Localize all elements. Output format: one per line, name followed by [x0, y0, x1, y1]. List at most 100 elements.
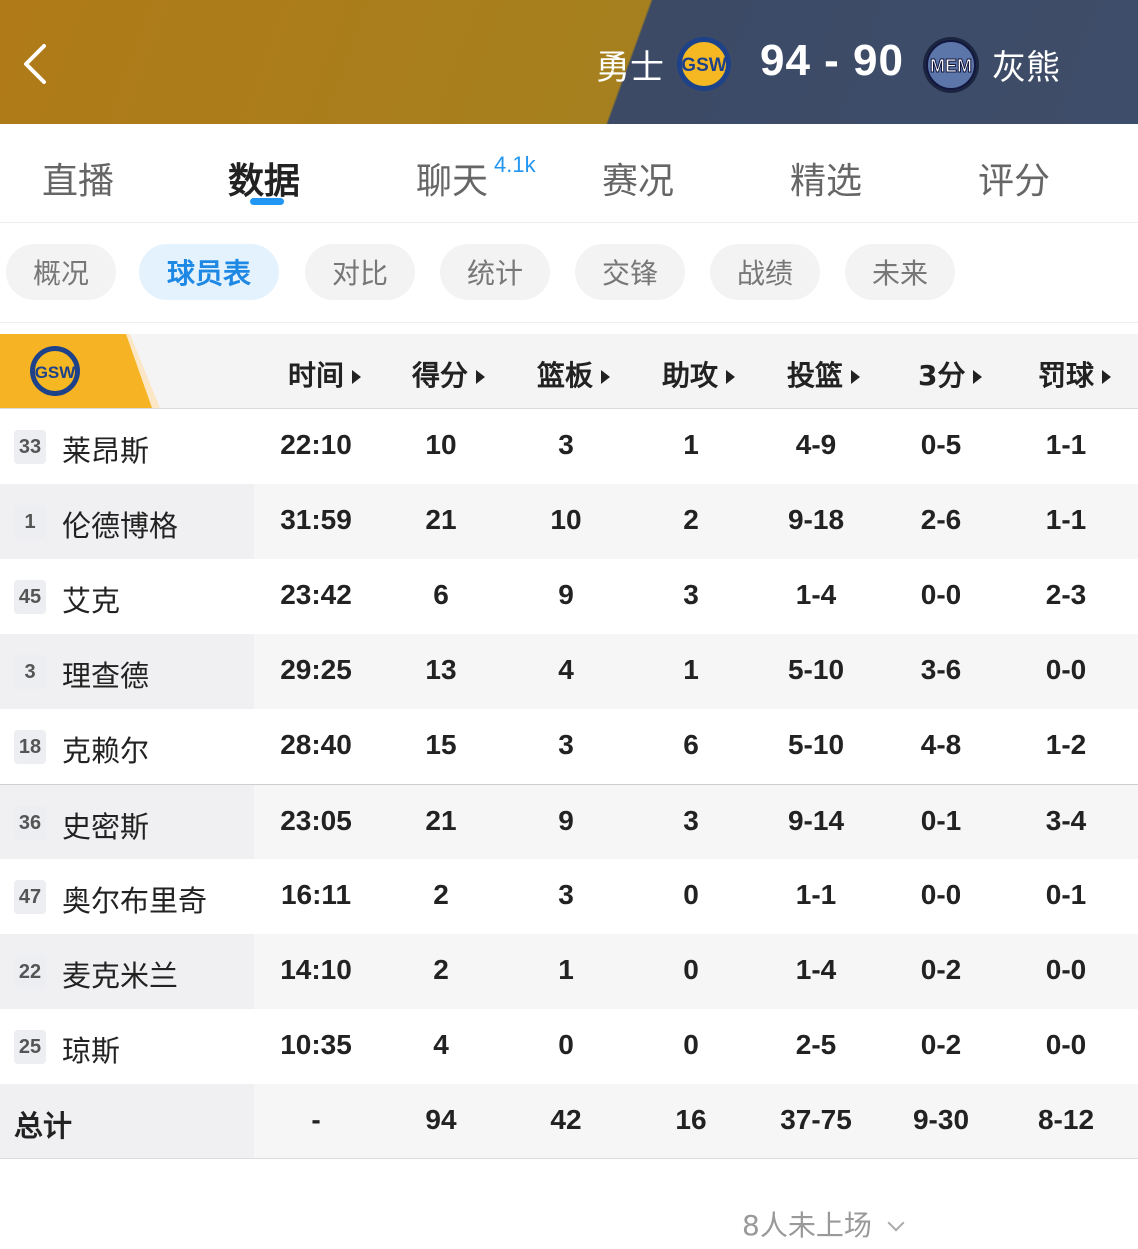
subtab-compare[interactable]: 对比	[305, 244, 415, 300]
stat-rebounds: 9	[558, 805, 574, 836]
home-team-name: 勇士	[596, 48, 664, 88]
active-tab-indicator	[250, 198, 284, 205]
column-header-minutes[interactable]: 时间	[288, 354, 362, 394]
stat-minutes: 28:40	[280, 729, 352, 760]
column-header-fg[interactable]: 投篮	[787, 354, 861, 394]
subtab-head-to-head[interactable]: 交锋	[575, 244, 685, 300]
player-name[interactable]: 伦德博格	[62, 503, 178, 545]
table-row[interactable]: 25 琼斯 10:35 4 0 0 2-5 0-2 0-0	[0, 1009, 1138, 1084]
stat-fg: 2-5	[795, 1029, 837, 1060]
game-score: 94 - 90	[760, 36, 904, 85]
sort-arrow-icon	[352, 370, 362, 384]
column-header-rebounds[interactable]: 篮板	[537, 354, 611, 394]
stat-points: 4	[433, 1029, 449, 1060]
stat-3pt: 3-6	[920, 654, 962, 685]
table-row[interactable]: 45 艾克 23:42 6 9 3 1-4 0-0 2-3	[0, 559, 1138, 634]
svg-text:GSW: GSW	[35, 363, 77, 382]
back-arrow-icon[interactable]	[12, 40, 60, 88]
tab-ratings[interactable]: 评分	[978, 152, 1050, 204]
column-header-points[interactable]: 得分	[412, 354, 486, 394]
tab-live[interactable]: 直播	[42, 152, 114, 204]
stat-minutes: 22:10	[280, 429, 352, 460]
jersey-number: 47	[14, 880, 46, 914]
player-name[interactable]: 琼斯	[62, 1028, 120, 1070]
sort-arrow-icon	[1102, 370, 1112, 384]
stat-rebounds: 1	[558, 954, 574, 985]
table-row[interactable]: 33 莱昂斯 22:10 10 3 1 4-9 0-5 1-1	[0, 409, 1138, 484]
game-header: 勇士 GSW 94 - 90 MEM 灰熊	[0, 0, 1138, 124]
stat-ft: 0-0	[1045, 1029, 1087, 1060]
player-name[interactable]: 艾克	[62, 578, 120, 620]
stat-rebounds: 42	[550, 1104, 582, 1135]
tab-highlights[interactable]: 精选	[790, 152, 862, 204]
table-row[interactable]: 1 伦德博格 31:59 21 10 2 9-18 2-6 1-1	[0, 484, 1138, 559]
player-name[interactable]: 奥尔布里奇	[62, 878, 207, 920]
stat-minutes: 16:11	[280, 879, 352, 910]
dnp-toggle[interactable]: 8人未上场	[742, 1204, 905, 1244]
stat-assists: 6	[683, 729, 699, 760]
table-row[interactable]: 36 史密斯 23:05 21 9 3 9-14 0-1 3-4	[0, 784, 1138, 860]
jersey-number: 45	[14, 580, 46, 614]
sort-arrow-icon	[973, 370, 983, 384]
tab-chat[interactable]: 聊天	[416, 152, 488, 204]
stat-minutes: 10:35	[280, 1029, 352, 1060]
stat-points: 21	[425, 805, 457, 836]
player-name[interactable]: 理查德	[62, 653, 149, 695]
stat-points: 10	[425, 429, 457, 460]
stat-fg: 1-4	[795, 579, 837, 610]
tab-summary[interactable]: 赛况	[602, 152, 674, 204]
stat-assists: 0	[683, 954, 699, 985]
jersey-number: 36	[14, 806, 46, 840]
player-name[interactable]: 麦克米兰	[62, 953, 178, 995]
subtab-player-table[interactable]: 球员表	[139, 244, 279, 300]
stat-rebounds: 0	[558, 1029, 574, 1060]
stat-assists: 3	[683, 805, 699, 836]
subtab-upcoming[interactable]: 未来	[845, 244, 955, 300]
table-row[interactable]: 47 奥尔布里奇 16:11 2 3 0 1-1 0-0 0-1	[0, 859, 1138, 934]
stat-3pt: 2-6	[920, 504, 962, 535]
stat-3pt: 9-30	[912, 1104, 970, 1135]
subtab-statistics[interactable]: 统计	[440, 244, 550, 300]
home-team-logo[interactable]: GSW	[676, 36, 732, 92]
stat-fg: 9-18	[787, 504, 845, 535]
stat-ft: 1-1	[1045, 429, 1087, 460]
subtab-overview[interactable]: 概况	[6, 244, 116, 300]
svg-text:GSW: GSW	[681, 55, 726, 76]
stat-points: 6	[433, 579, 449, 610]
jersey-number: 18	[14, 730, 46, 764]
team-flag[interactable]: GSW	[0, 334, 160, 408]
column-header-ft[interactable]: 罚球	[1038, 354, 1112, 394]
stat-ft: 8-12	[1037, 1104, 1095, 1135]
player-name[interactable]: 莱昂斯	[62, 428, 149, 470]
stat-3pt: 0-2	[920, 954, 962, 985]
stat-fg: 1-1	[795, 879, 837, 910]
stat-fg: 1-4	[795, 954, 837, 985]
subtab-record[interactable]: 战绩	[710, 244, 820, 300]
stat-ft: 0-0	[1045, 654, 1087, 685]
stat-assists: 1	[683, 429, 699, 460]
stat-minutes: 14:10	[280, 954, 352, 985]
player-name[interactable]: 史密斯	[62, 804, 149, 846]
table-row[interactable]: 18 克赖尔 28:40 15 3 6 5-10 4-8 1-2	[0, 709, 1138, 784]
table-header: GSW 时间 得分 篮板 助攻 投篮 3分 罚球	[0, 334, 1138, 409]
stat-ft: 3-4	[1045, 805, 1087, 836]
stat-rebounds: 3	[558, 879, 574, 910]
stat-points: 94	[425, 1104, 457, 1135]
away-team-logo[interactable]: MEM	[922, 36, 980, 94]
jersey-number: 33	[14, 430, 46, 464]
stat-minutes: 29:25	[280, 654, 352, 685]
tab-stats[interactable]: 数据	[228, 152, 300, 204]
stat-ft: 0-0	[1045, 954, 1087, 985]
column-header-assists[interactable]: 助攻	[662, 354, 736, 394]
stat-ft: 1-2	[1045, 729, 1087, 760]
jersey-number: 25	[14, 1030, 46, 1064]
table-row[interactable]: 3 理查德 29:25 13 4 1 5-10 3-6 0-0	[0, 634, 1138, 709]
stat-minutes: 23:05	[280, 805, 352, 836]
stat-rebounds: 3	[558, 429, 574, 460]
stat-fg: 5-10	[787, 729, 845, 760]
table-row[interactable]: 22 麦克米兰 14:10 2 1 0 1-4 0-2 0-0	[0, 934, 1138, 1009]
column-header-3pt[interactable]: 3分	[918, 354, 983, 394]
table-bottom-divider	[0, 1158, 1138, 1159]
stat-3pt: 0-0	[920, 879, 962, 910]
player-name[interactable]: 克赖尔	[62, 728, 149, 770]
